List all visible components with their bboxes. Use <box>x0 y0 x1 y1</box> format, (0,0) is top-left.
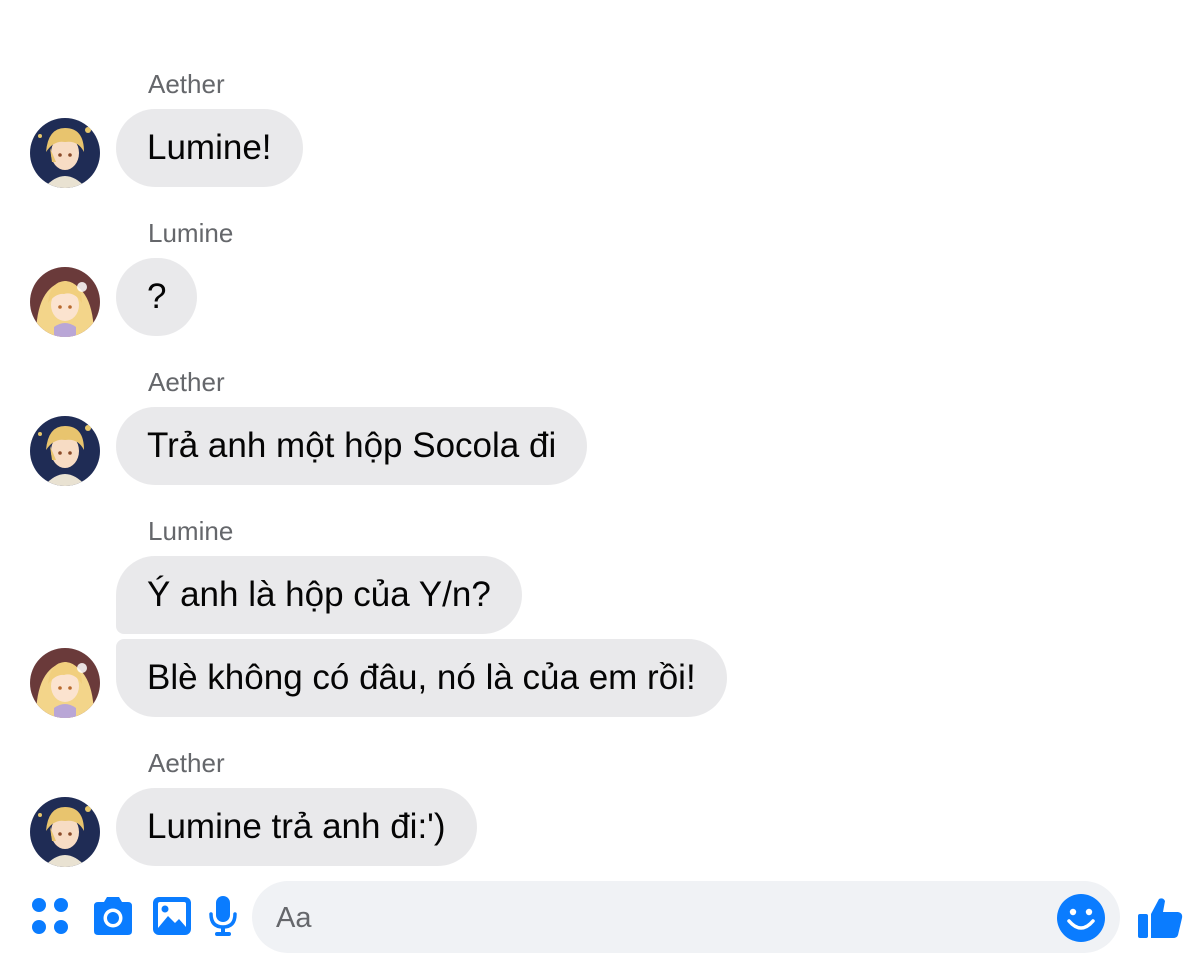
gallery-icon[interactable] <box>150 894 194 938</box>
message-bubble[interactable]: Lumine! <box>116 109 303 187</box>
avatar-lumine-image <box>30 648 100 718</box>
message-bubble[interactable]: ? <box>116 258 198 336</box>
avatar-aether-image <box>30 797 100 867</box>
sender-name: Aether <box>148 367 225 397</box>
message-bubble[interactable]: Blè không có đâu, nó là của em rồi! <box>116 639 727 717</box>
message-composer <box>0 876 1200 961</box>
emoji-icon[interactable] <box>1056 893 1106 943</box>
avatar-aether[interactable] <box>30 416 100 486</box>
thumbs-up-icon[interactable] <box>1136 894 1184 942</box>
message-input[interactable] <box>274 881 1038 955</box>
sender-name: Aether <box>148 69 225 99</box>
avatar-aether-image <box>30 416 100 486</box>
message-bubble[interactable]: Trả anh một hộp Socola đi <box>116 407 588 485</box>
avatar-lumine-image <box>30 267 100 337</box>
camera-icon[interactable] <box>90 894 134 938</box>
avatar-lumine[interactable] <box>30 267 100 337</box>
avatar-aether[interactable] <box>30 797 100 867</box>
conversation: Aether Lumine! Lumine ? Aether Trả anh m… <box>0 0 1200 880</box>
sender-name: Lumine <box>148 516 234 546</box>
message-bubble[interactable]: Ý anh là hộp của Y/n? <box>116 556 522 634</box>
sender-name: Lumine <box>148 218 234 248</box>
avatar-aether[interactable] <box>30 118 100 188</box>
avatar-lumine[interactable] <box>30 648 100 718</box>
microphone-icon[interactable] <box>206 894 250 938</box>
sender-name: Aether <box>148 748 225 778</box>
apps-icon[interactable] <box>28 894 72 938</box>
message-bubble[interactable]: Lumine trả anh đi:') <box>116 788 477 866</box>
message-input-container <box>252 881 1120 955</box>
avatar-aether-image <box>30 118 100 188</box>
